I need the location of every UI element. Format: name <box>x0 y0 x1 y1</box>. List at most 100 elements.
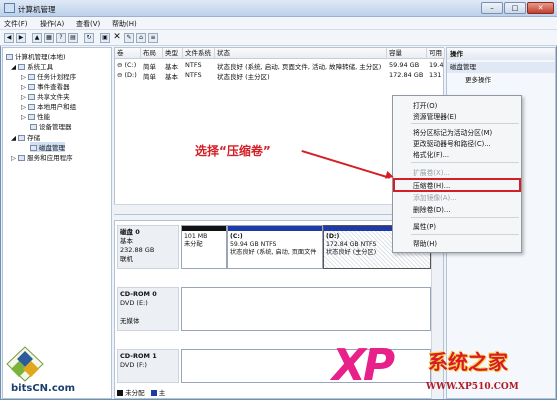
col-type[interactable]: 类型 <box>163 48 183 59</box>
actions-section-disk-management[interactable]: 磁盘管理 <box>447 62 555 73</box>
annotation-callout: 选择“压缩卷” <box>195 144 271 158</box>
performance-icon <box>28 114 36 120</box>
cell-filesystem: NTFS <box>185 61 202 69</box>
cell-free: 19.4 <box>429 61 444 69</box>
menu-item-open[interactable]: 打开(O) <box>413 100 437 110</box>
forward-icon[interactable]: ▶ <box>16 33 26 43</box>
table-row[interactable]: ⊖ (C:) <box>117 61 136 69</box>
menu-view[interactable]: 查看(V) <box>76 19 100 29</box>
table-row[interactable]: ⊖ (D:) <box>117 71 137 79</box>
disk-type: DVD (E:) <box>120 299 148 307</box>
cell-status: 状态良好 (主分区) <box>217 73 270 81</box>
menu-separator <box>411 123 519 124</box>
cdrom-0-info[interactable]: CD-ROM 0 DVD (E:) 无媒体 <box>117 287 179 331</box>
disk-name: 磁盘 0 <box>120 228 140 236</box>
xp510-logo: XP 系统之家 WWW.XP510.COM <box>332 340 557 400</box>
disk-type: 基本 <box>120 237 133 245</box>
up-folder-icon[interactable]: ▲ <box>32 33 42 43</box>
minimize-button[interactable]: – <box>481 2 503 14</box>
col-volume[interactable]: 卷 <box>115 48 141 59</box>
cell-status: 状态良好 (系统, 启动, 页面文件, 活动, 故障转储, 主分区) <box>217 63 382 71</box>
menu-item-extend-volume: 扩展卷(X)... <box>413 169 450 177</box>
rescan-icon[interactable]: ⌂ <box>136 33 146 43</box>
xp-text: XP <box>332 340 395 391</box>
highlight-box <box>393 178 521 192</box>
tree-item-shared-folders[interactable]: ▷ 共享文件夹 <box>21 91 70 101</box>
menu-separator <box>411 234 519 235</box>
close-button[interactable]: ✕ <box>527 2 554 14</box>
maximize-button[interactable]: □ <box>504 2 526 14</box>
disk-status: 无媒体 <box>120 317 140 325</box>
tools-icon <box>18 64 26 70</box>
disk-name: CD-ROM 1 <box>120 352 157 360</box>
folder-icon <box>28 94 36 100</box>
unallocated-bar <box>182 226 226 231</box>
export-icon[interactable]: ▣ <box>100 33 110 43</box>
cdrom-0-area[interactable] <box>181 287 431 331</box>
tree-root[interactable]: 计算机管理(本地) <box>6 51 66 61</box>
partition-label: (C:) <box>230 233 243 240</box>
tree-item-local-users[interactable]: ▷ 本地用户和组 <box>21 101 76 111</box>
menu-item-delete-volume[interactable]: 删除卷(D)... <box>413 204 450 214</box>
partition-c[interactable]: (C:) 59.94 GB NTFS 状态良好 (系统, 启动, 页面文件 <box>227 225 323 269</box>
context-menu: 打开(O) 资源管理器(E) 将分区标记为活动分区(M) 更改驱动器号和路径(C… <box>392 95 522 253</box>
legend-unallocated: 未分配 <box>125 389 145 397</box>
disk-type: DVD (F:) <box>120 361 147 369</box>
properties-icon[interactable]: ▤ <box>68 33 78 43</box>
menu-item-mark-active[interactable]: 将分区标记为活动分区(M) <box>413 127 492 137</box>
tree-item-storage[interactable]: ◢ 存储 <box>11 132 40 142</box>
brand-url: WWW.XP510.COM <box>426 382 519 392</box>
settings-icon[interactable]: ≡ <box>148 33 158 43</box>
back-icon[interactable]: ◀ <box>4 33 14 43</box>
cell-free: 131 <box>429 71 442 79</box>
disk-0-info[interactable]: 磁盘 0 基本 232.88 GB 联机 <box>117 225 179 269</box>
window-title: 计算机管理 <box>18 5 56 14</box>
partition-size: 59.94 GB NTFS <box>230 241 277 248</box>
partition-state: 状态良好 (系统, 启动, 页面文件 <box>230 249 317 256</box>
title-bar: 计算机管理 – □ ✕ <box>0 0 557 17</box>
col-status[interactable]: 状态 <box>215 48 387 59</box>
more-actions[interactable]: 更多操作 <box>447 75 555 86</box>
menu-help[interactable]: 帮助(H) <box>112 19 137 29</box>
users-icon <box>28 104 36 110</box>
menu-separator <box>411 217 519 218</box>
bitscn-text: bitsCN.com <box>11 383 76 394</box>
menu-item-format[interactable]: 格式化(F)... <box>413 149 449 159</box>
console-tree-icon[interactable]: ▦ <box>44 33 54 43</box>
tree-item-event-viewer[interactable]: ▷ 事件查看器 <box>21 81 70 91</box>
drive-icon: ⊖ <box>117 71 125 79</box>
menu-action[interactable]: 操作(A) <box>40 19 64 29</box>
menu-item-explore[interactable]: 资源管理器(E) <box>413 111 457 121</box>
refresh-icon[interactable]: ↻ <box>84 33 94 43</box>
tree-item-performance[interactable]: ▷ 性能 <box>21 111 50 121</box>
legend: 未分配 主 <box>117 387 165 397</box>
delete-icon[interactable]: ✕ <box>112 33 122 43</box>
toolbar: ◀ ▶ ▲ ▦ ? ▤ ↻ ▣ ✕ ✎ ⌂ ≡ <box>0 30 557 46</box>
menu-item-properties[interactable]: 属性(P) <box>413 221 436 231</box>
col-layout[interactable]: 布局 <box>141 48 163 59</box>
disk-status: 联机 <box>120 255 133 263</box>
primary-bar <box>228 226 322 231</box>
cell-layout: 简单 <box>143 73 156 81</box>
device-icon <box>30 124 37 130</box>
col-capacity[interactable]: 容量 <box>387 48 427 59</box>
help-icon[interactable]: ? <box>56 33 66 43</box>
cdrom-1-info[interactable]: CD-ROM 1 DVD (F:) <box>117 349 179 383</box>
menu-item-change-drive-letter[interactable]: 更改驱动器号和路径(C)... <box>413 138 491 148</box>
edit-icon[interactable]: ✎ <box>124 33 134 43</box>
actions-header: 操作 <box>447 49 555 60</box>
menu-file[interactable]: 文件(F) <box>4 19 28 29</box>
partition-size: 101 MB <box>184 233 208 240</box>
col-free[interactable]: 可用 <box>427 48 445 59</box>
tree-item-device-manager[interactable]: 设备管理器 <box>30 121 72 131</box>
tree-item-task-scheduler[interactable]: ▷ 任务计划程序 <box>21 71 76 81</box>
partition-unallocated[interactable]: 101 MB 未分配 <box>181 225 227 269</box>
tree-item-system-tools[interactable]: ◢ 系统工具 <box>11 61 53 71</box>
col-filesystem[interactable]: 文件系统 <box>183 48 215 59</box>
tree-item-disk-management[interactable]: 磁盘管理 <box>30 142 65 152</box>
cell-capacity: 59.94 GB <box>389 61 420 69</box>
tree-item-services[interactable]: ▷ 服务和应用程序 <box>11 152 73 162</box>
computer-icon <box>6 54 13 60</box>
menu-item-add-mirror: 添加镜像(A)... <box>413 194 457 202</box>
menu-item-help[interactable]: 帮助(H) <box>413 238 437 248</box>
